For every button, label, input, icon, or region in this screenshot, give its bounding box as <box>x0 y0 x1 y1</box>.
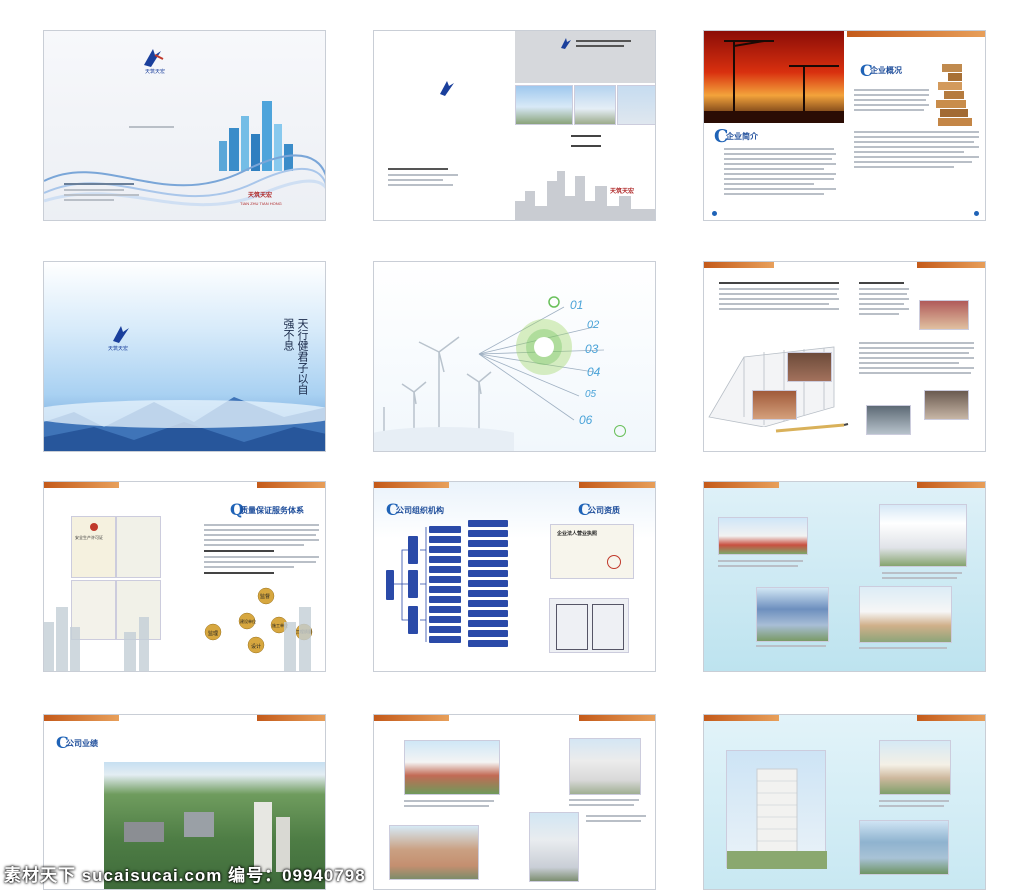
mgmt-top-bar-left <box>704 262 774 268</box>
qualification-certificate-2 <box>549 598 629 653</box>
inside-skyline <box>515 171 655 220</box>
mgmt-photo-1 <box>787 352 832 382</box>
cover-logo <box>141 47 165 69</box>
mgmt-photo-2 <box>752 390 797 420</box>
page-inside-cover: 天筑天宏 <box>373 30 656 221</box>
performance-top-bar-right <box>257 715 325 721</box>
project-photo-2 <box>879 504 967 567</box>
timeline-item-04: 04 <box>587 365 601 379</box>
profile-page-number-right <box>974 211 979 216</box>
overview-top-bar <box>847 31 985 37</box>
cover-waves <box>44 154 325 207</box>
projects3-top-bar <box>704 715 779 721</box>
pencil-illustration <box>775 423 849 433</box>
sky-logo-text: 天筑天宏 <box>108 346 129 352</box>
timeline-item-06: 06 <box>579 413 593 427</box>
projects1-top-bar-right <box>917 482 985 488</box>
timeline-end-circle <box>614 425 626 437</box>
project-photo-1 <box>718 517 808 555</box>
page-projects-2 <box>373 714 656 890</box>
company-profile-heading: 企业简介 <box>726 132 758 141</box>
page-quality-system: 安全生产许可证 Q 质量保证服务体系 监督 建设单位 施工单位 监理 工程质量 … <box>43 481 326 672</box>
company-overview-heading: 企业概况 <box>870 66 902 75</box>
page-cover: 天筑天宏 天筑天宏 TIAN ZHU TIAN HONG <box>43 30 326 221</box>
projects2-top-bar <box>374 715 449 721</box>
profile-page-number-left <box>712 211 717 216</box>
project-photo-6 <box>569 738 641 795</box>
timeline-item-05: 05 <box>585 389 597 400</box>
project-photo-3 <box>756 587 829 642</box>
highrise-photo <box>726 750 827 869</box>
page-company-profile: C 企业简介 C 企业概况 <box>703 30 986 221</box>
watermark: 素材天下 sucaisucai.com 编号：09940798 <box>4 866 366 885</box>
quality-top-bar <box>44 482 119 488</box>
projects1-top-bar <box>704 482 779 488</box>
mgmt-photo-3 <box>919 300 969 330</box>
cover-brand-red: 天筑天宏 <box>248 193 273 199</box>
project-photo-10 <box>859 820 949 875</box>
project-photo-5 <box>404 740 500 795</box>
performance-top-bar <box>44 715 119 721</box>
inside-gray-band <box>515 31 655 83</box>
vertical-calligraphy: 天行健君子以自强不息 <box>282 318 309 395</box>
business-license-certificate: 企业法人营业执照 <box>550 524 634 579</box>
org-top-bar-right <box>579 482 655 488</box>
inside-brand-red: 天筑天宏 <box>610 189 635 195</box>
inside-photo-3 <box>617 85 655 125</box>
quality-top-bar-right <box>257 482 325 488</box>
page-org-structure: C 公司组织机构 C 公司资质 企业法人营业执照 <box>373 481 656 672</box>
cover-logo-text: 天筑天宏 <box>145 69 166 75</box>
inside-logo-small <box>559 37 573 50</box>
timeline-item-02: 02 <box>587 319 600 331</box>
project-photo-9 <box>879 740 951 795</box>
page-sky-mountains: 天筑天宏 天行健君子以自强不息 <box>43 261 326 452</box>
cover-brand-pinyin: TIAN ZHU TIAN HONG <box>240 201 282 206</box>
inside-photo-2 <box>574 85 616 125</box>
mgmt-photo-5 <box>866 405 911 435</box>
timeline-item-03: 03 <box>585 342 599 356</box>
mgmt-top-bar-right <box>917 262 985 268</box>
mgmt-photo-4 <box>924 390 969 420</box>
page-construction-management <box>703 261 986 452</box>
timeline-lines <box>478 296 605 421</box>
org-heading: 公司组织机构 <box>396 506 444 515</box>
wooden-blocks-image <box>934 59 976 129</box>
quality-city-bg <box>44 607 311 671</box>
timeline-item-01: 01 <box>570 298 584 312</box>
page-projects-1 <box>703 481 986 672</box>
construction-sunset-photo <box>704 31 844 123</box>
sky-logo <box>110 324 132 344</box>
qualifications-heading: 公司资质 <box>588 506 620 515</box>
safety-license-certificate: 安全生产许可证 <box>71 516 116 578</box>
projects2-top-bar-right <box>579 715 655 721</box>
performance-heading: 公司业绩 <box>66 739 98 748</box>
project-photo-7 <box>389 825 479 880</box>
project-photo-8 <box>529 812 579 882</box>
inside-photo-1 <box>515 85 573 125</box>
inside-logo <box>437 79 457 97</box>
project-photo-4 <box>859 586 952 643</box>
certificate-2 <box>116 516 161 578</box>
projects3-top-bar-right <box>917 715 985 721</box>
page-projects-3 <box>703 714 986 890</box>
org-top-bar <box>374 482 449 488</box>
page-timeline: 01 02 03 04 05 06 <box>373 261 656 452</box>
quality-heading: 质量保证服务体系 <box>240 506 304 515</box>
